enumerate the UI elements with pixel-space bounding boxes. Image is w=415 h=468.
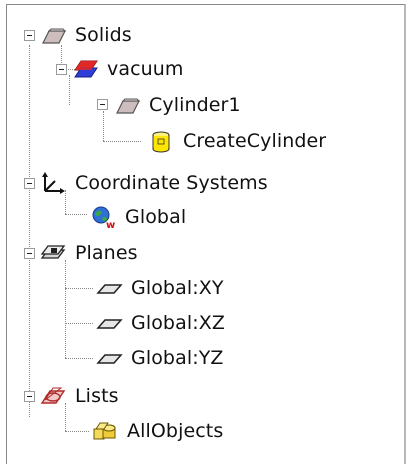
tree-line	[65, 214, 87, 215]
tree-node-label: Coordinate Systems	[75, 172, 268, 194]
tree-node-label: vacuum	[107, 58, 184, 80]
tree-node-solids[interactable]: Solids	[39, 18, 132, 52]
tree-line	[65, 323, 93, 324]
tree-line	[103, 141, 141, 142]
plane-icon	[95, 276, 123, 300]
plane-icon	[95, 346, 123, 370]
solid-icon	[39, 23, 67, 47]
tree-node-cylinder1[interactable]: Cylinder1	[113, 88, 241, 122]
tree-node-lists[interactable]: Lists	[39, 379, 119, 413]
tree-line	[69, 75, 70, 105]
cylinder-icon	[147, 129, 175, 153]
objects-icon	[91, 419, 119, 443]
tree-node-global-cs[interactable]: w Global	[89, 200, 186, 234]
tree-line	[65, 358, 93, 359]
collapse-coordinate-systems-toggle[interactable]	[24, 178, 35, 189]
tree-node-label: Solids	[75, 24, 132, 46]
list-icon	[39, 384, 67, 408]
collapse-cylinder1-toggle[interactable]	[97, 99, 108, 110]
collapse-lists-toggle[interactable]	[24, 391, 35, 402]
tree-node-create-cylinder[interactable]: CreateCylinder	[147, 124, 326, 158]
tree-node-all-objects[interactable]: AllObjects	[91, 414, 223, 448]
globe-icon: w	[89, 205, 117, 229]
tree-node-label: Cylinder1	[149, 94, 241, 116]
axes-icon	[39, 171, 67, 195]
tree-node-plane-xy[interactable]: Global:XY	[95, 271, 224, 305]
tree-node-label: Planes	[75, 242, 138, 264]
tree-node-coordinate-systems[interactable]: Coordinate Systems	[39, 166, 268, 200]
collapse-planes-toggle[interactable]	[24, 248, 35, 259]
tree-node-label: Global:XZ	[131, 312, 225, 334]
tree-line	[65, 260, 66, 358]
material-icon	[71, 57, 99, 81]
tree-node-label: Global:YZ	[131, 347, 224, 369]
tree-line	[65, 431, 89, 432]
model-tree-panel: Solids vacuum Cylinder1 CreateCylinder C…	[6, 4, 406, 464]
planes-icon	[39, 241, 67, 265]
tree-node-label: Global:XY	[131, 277, 224, 299]
tree-line	[103, 111, 104, 141]
svg-text:w: w	[106, 220, 115, 229]
tree-node-label: CreateCylinder	[183, 130, 327, 152]
collapse-vacuum-toggle[interactable]	[56, 64, 67, 75]
tree-node-planes[interactable]: Planes	[39, 236, 138, 270]
tree-line	[65, 288, 93, 289]
tree-line	[29, 45, 30, 417]
collapse-solids-toggle[interactable]	[24, 30, 35, 41]
tree-node-label: Lists	[75, 385, 119, 407]
tree-node-plane-xz[interactable]: Global:XZ	[95, 306, 225, 340]
tree-node-label: AllObjects	[127, 420, 224, 442]
solid-icon	[113, 93, 141, 117]
tree-node-vacuum[interactable]: vacuum	[71, 52, 184, 86]
tree-node-label: Global	[125, 206, 187, 228]
tree-node-plane-yz[interactable]: Global:YZ	[95, 341, 224, 375]
plane-icon	[95, 311, 123, 335]
